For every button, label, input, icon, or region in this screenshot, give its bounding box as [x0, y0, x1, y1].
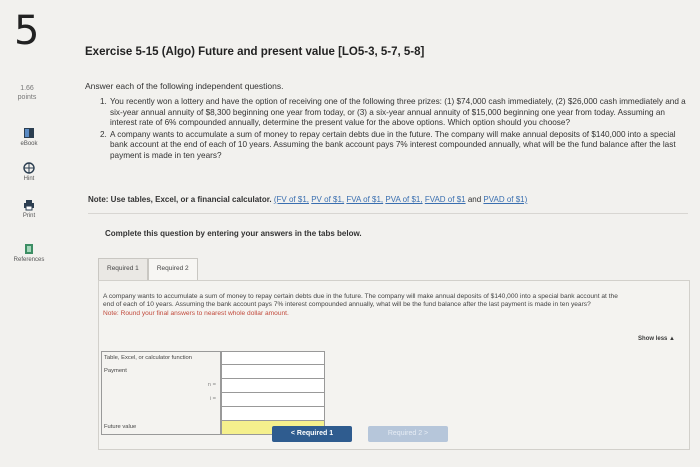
fva-table-link[interactable]: FVA of $1,	[346, 195, 383, 204]
question-item-number: 1.	[100, 97, 107, 106]
tab-required-1[interactable]: Required 1	[98, 258, 148, 280]
references-button[interactable]: References	[6, 243, 52, 263]
question-number: 5	[14, 8, 40, 54]
question-item-text: A company wants to accumulate a sum of m…	[110, 129, 676, 160]
payment-input[interactable]	[221, 365, 325, 379]
answer-table: Table, Excel, or calculator function Pay…	[101, 351, 329, 435]
blank-input[interactable]	[221, 407, 325, 421]
complete-instruction: Complete this question by entering your …	[105, 229, 362, 238]
note-and: and	[467, 195, 482, 204]
row-label: Table, Excel, or calculator function	[101, 351, 221, 365]
fv-table-link[interactable]: (FV of $1,	[274, 195, 309, 204]
table-row: Payment	[101, 365, 329, 379]
rounding-note: Note: Round your final answers to neares…	[103, 309, 289, 317]
question-item-number: 2.	[100, 129, 107, 139]
panel-question-text: A company wants to accumulate a sum of m…	[103, 293, 618, 309]
row-label	[101, 407, 221, 421]
points-value: 1.66	[20, 85, 34, 92]
ebook-button[interactable]: eBook	[6, 127, 52, 147]
pva-table-link[interactable]: PVA of $1,	[385, 195, 422, 204]
references-label: References	[13, 257, 45, 263]
i-input[interactable]	[221, 393, 325, 407]
next-required-button[interactable]: Required 2 >	[368, 426, 448, 442]
tab-required-2[interactable]: Required 2	[147, 258, 198, 280]
prev-required-button[interactable]: < Required 1	[272, 426, 352, 442]
show-less-link[interactable]: Show less ▲	[638, 336, 675, 342]
row-label: Future value	[101, 421, 221, 435]
print-button[interactable]: Print	[6, 199, 52, 219]
print-label: Print	[22, 213, 36, 219]
fvad-table-link[interactable]: FVAD of $1	[425, 195, 466, 204]
row-label: Payment	[101, 365, 221, 379]
panel-question: A company wants to accumulate a sum of m…	[103, 293, 623, 318]
book-icon	[24, 128, 34, 138]
references-icon	[25, 244, 33, 254]
ebook-label: eBook	[20, 141, 38, 147]
question-list: 1. You recently won a lottery and have th…	[100, 97, 690, 162]
pvad-table-link[interactable]: PVAD of $1)	[483, 195, 527, 204]
points-label: points	[17, 94, 37, 101]
n-input[interactable]	[221, 379, 325, 393]
printer-icon	[24, 200, 34, 211]
hint-label: Hint	[23, 176, 35, 182]
table-row: Table, Excel, or calculator function	[101, 351, 329, 365]
instructions: Answer each of the following independent…	[85, 81, 284, 91]
question-item-text: You recently won a lottery and have the …	[110, 97, 686, 127]
question-item: 2. A company wants to accumulate a sum of…	[100, 130, 690, 162]
table-row: i =	[101, 393, 329, 407]
row-label: n =	[101, 379, 221, 393]
question-item: 1. You recently won a lottery and have th…	[100, 97, 690, 129]
pv-table-link[interactable]: PV of $1,	[311, 195, 344, 204]
globe-icon	[23, 162, 35, 174]
hint-button[interactable]: Hint	[6, 162, 52, 182]
row-label: i =	[101, 393, 221, 407]
tab-panel: A company wants to accumulate a sum of m…	[98, 280, 690, 450]
points-display: 1.66 points	[12, 84, 42, 102]
exercise-title: Exercise 5-15 (Algo) Future and present …	[85, 46, 425, 58]
calculator-note: Note: Use tables, Excel, or a financial …	[88, 195, 527, 204]
required-tabs: Required 1 Required 2	[98, 258, 198, 280]
table-row	[101, 407, 329, 421]
function-input[interactable]	[221, 351, 325, 365]
note-prefix: Note: Use tables, Excel, or a financial …	[88, 195, 272, 204]
table-row: n =	[101, 379, 329, 393]
divider	[88, 213, 688, 214]
